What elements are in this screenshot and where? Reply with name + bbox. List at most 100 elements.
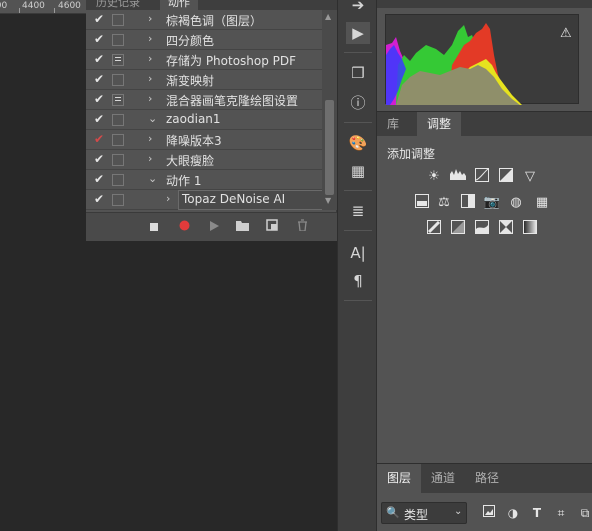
toggle-item-checkmark-icon[interactable]: ✔ [92,72,106,86]
action-label: 渐变映射 [166,74,215,88]
add-adjustment-title: 添加调整 [387,147,436,161]
info-icon[interactable]: ⓘ [346,92,370,114]
toggle-dialog-icon[interactable] [112,174,124,186]
toggle-dialog-icon[interactable] [112,34,124,46]
record-button[interactable] [176,219,192,235]
selective-color-icon[interactable] [497,220,515,238]
search-icon: 🔍 [386,506,400,519]
toggle-item-checkmark-icon[interactable]: ✔ [92,192,106,206]
actions-toolbar [86,212,337,241]
toggle-dialog-icon[interactable] [112,94,124,106]
toggle-item-checkmark-icon[interactable]: ✔ [92,172,106,186]
toggle-item-checkmark-icon[interactable]: ✔ [92,32,106,46]
tab-adjustments[interactable]: 调整 [417,112,462,136]
strip-divider [344,52,372,53]
tab-history[interactable]: 历史记录 [96,0,140,10]
grid-swatches-icon[interactable]: ▦ [346,160,370,182]
filter-smart-object-icon[interactable]: ⧉ [577,505,592,521]
chevron-right-icon[interactable]: › [148,12,152,25]
filter-shape-icon[interactable]: ⌗ [553,505,569,521]
scroll-thumb[interactable] [325,100,334,195]
swatches-palette-icon[interactable]: 🎨 [346,132,370,154]
scroll-down-icon[interactable]: ▼ [325,196,331,205]
filter-adjustment-icon[interactable]: ◑ [505,505,521,521]
action-row[interactable]: ✔ › 混合器画笔克隆绘图设置 [86,90,322,110]
ruler-tick [19,8,20,13]
exposure-icon[interactable] [497,168,515,186]
scroll-up-icon[interactable]: ▲ [325,12,331,21]
action-row[interactable]: ✔ › 存储为 Photoshop PDF [86,50,322,70]
curves-icon[interactable] [473,168,491,186]
new-set-folder-icon[interactable] [234,219,250,235]
delete-trash-icon[interactable] [294,219,310,235]
character-panel-icon[interactable]: A| [346,242,370,264]
posterize-icon[interactable] [449,220,467,238]
color-balance-icon[interactable]: ⚖ [435,194,453,212]
actions-play-icon[interactable]: ▶ [346,22,370,44]
layer-filter-dropdown[interactable]: 🔍 类型 ⌄ [381,502,467,524]
toggle-item-checkmark-icon[interactable]: ✔ [92,92,106,106]
action-row[interactable]: ✔ › 棕褐色调（图层） [86,10,322,30]
toggle-dialog-icon[interactable] [112,134,124,146]
action-row[interactable]: ✔ › 大眼瘦脸 [86,150,322,170]
document-canvas[interactable]: 200 4400 4600 [0,0,86,531]
toggle-item-checkmark-icon[interactable]: ✔ [92,52,106,66]
chevron-right-icon[interactable]: › [166,192,170,205]
chevron-right-icon[interactable]: › [148,72,152,85]
play-button[interactable] [206,219,222,235]
chevron-right-icon[interactable]: › [148,32,152,45]
history-brush-icon[interactable]: ➔ [346,0,370,16]
action-label: 降噪版本3 [166,134,222,148]
toggle-dialog-icon[interactable] [112,14,124,26]
photo-filter-icon[interactable]: 📷 [483,194,501,212]
levels-icon[interactable] [449,168,467,186]
tab-actions[interactable]: 动作 [160,0,198,10]
chevron-right-icon[interactable]: › [148,92,152,105]
invert-icon[interactable] [425,220,443,238]
action-row[interactable]: ✔ › 四分颜色 [86,30,322,50]
color-lookup-icon[interactable]: ▦ [533,194,551,212]
action-row[interactable]: ✔ › 降噪版本3 [86,130,322,150]
cache-warning-icon[interactable]: ⚠ [560,26,572,41]
character-styles-icon[interactable]: ≣ [346,200,370,222]
action-label: 动作 1 [166,174,202,188]
paragraph-icon[interactable]: ¶ [346,270,370,292]
toggle-item-checkmark-icon[interactable]: ✔ [92,12,106,26]
hue-saturation-icon[interactable] [413,194,431,212]
tab-layers[interactable]: 图层 [377,464,422,493]
action-row[interactable]: ✔ › 渐变映射 [86,70,322,90]
threshold-icon[interactable] [473,220,491,238]
chevron-down-icon[interactable]: ⌄ [148,172,157,185]
chevron-right-icon[interactable]: › [148,52,152,65]
stop-button[interactable] [146,219,162,235]
vibrance-icon[interactable]: ▽ [521,168,539,186]
tab-channels[interactable]: 通道 [421,464,465,493]
toggle-dialog-icon[interactable] [112,154,124,166]
black-white-icon[interactable] [459,194,477,212]
histogram-tabs [377,0,592,8]
toggle-item-checkmark-icon[interactable]: ✔ [92,132,106,146]
toggle-dialog-icon[interactable] [112,54,124,66]
toggle-item-checkmark-icon[interactable]: ✔ [92,112,106,126]
filter-pixel-icon[interactable] [481,505,497,521]
new-action-icon[interactable] [264,219,280,235]
action-row[interactable]: ✔ › Topaz DeNoise AI [86,190,324,210]
tab-libraries[interactable]: 库 [377,112,409,136]
chevron-right-icon[interactable]: › [148,152,152,165]
toggle-dialog-icon[interactable] [112,114,124,126]
toggle-item-checkmark-icon[interactable]: ✔ [92,152,106,166]
brightness-contrast-icon[interactable]: ☀ [425,168,443,186]
toggle-dialog-icon[interactable] [112,194,124,206]
action-row[interactable]: ✔ ⌄ zaodian1 [86,110,322,130]
layers-tabs: 图层 通道 路径 [377,464,592,493]
tab-paths[interactable]: 路径 [465,464,509,493]
action-row[interactable]: ✔ ⌄ 动作 1 [86,170,322,190]
filter-type-icon[interactable]: T [529,505,545,521]
gradient-map-icon[interactable] [521,220,539,238]
3d-cube-icon[interactable]: ❒ [346,62,370,84]
actions-scrollbar[interactable]: ▲ ▼ [322,10,337,210]
channel-mixer-icon[interactable]: ◍ [507,194,525,212]
chevron-right-icon[interactable]: › [148,132,152,145]
chevron-down-icon[interactable]: ⌄ [148,112,157,125]
toggle-dialog-icon[interactable] [112,74,124,86]
